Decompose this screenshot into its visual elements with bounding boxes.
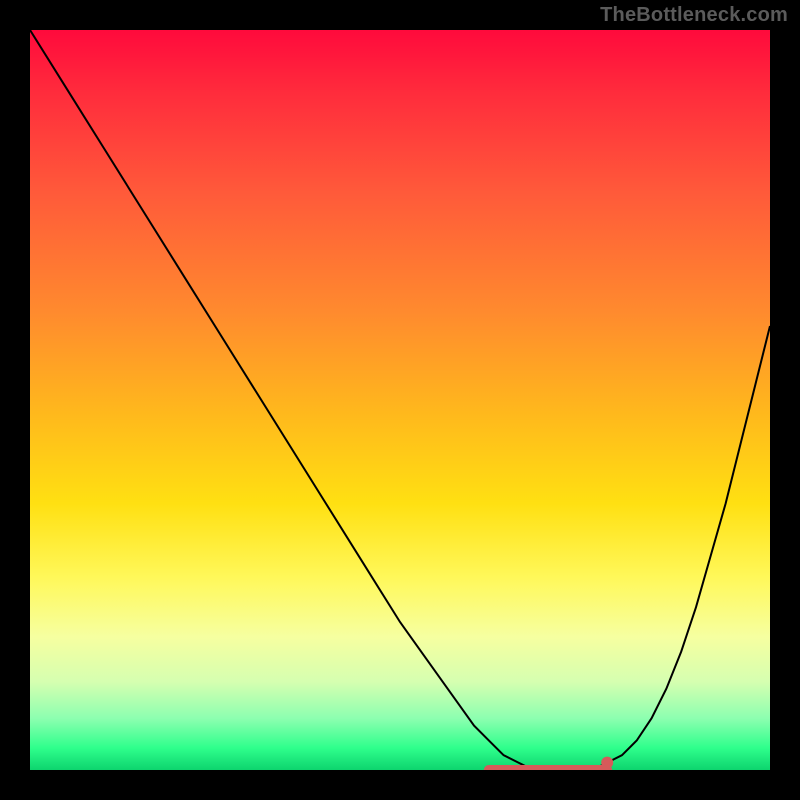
marker-dot [601, 757, 613, 769]
watermark-text: TheBottleneck.com [600, 4, 788, 27]
chart-container: TheBottleneck.com [0, 0, 800, 800]
bottleneck-curve [30, 30, 770, 770]
curve-line [30, 30, 770, 770]
plot-area [30, 30, 770, 770]
